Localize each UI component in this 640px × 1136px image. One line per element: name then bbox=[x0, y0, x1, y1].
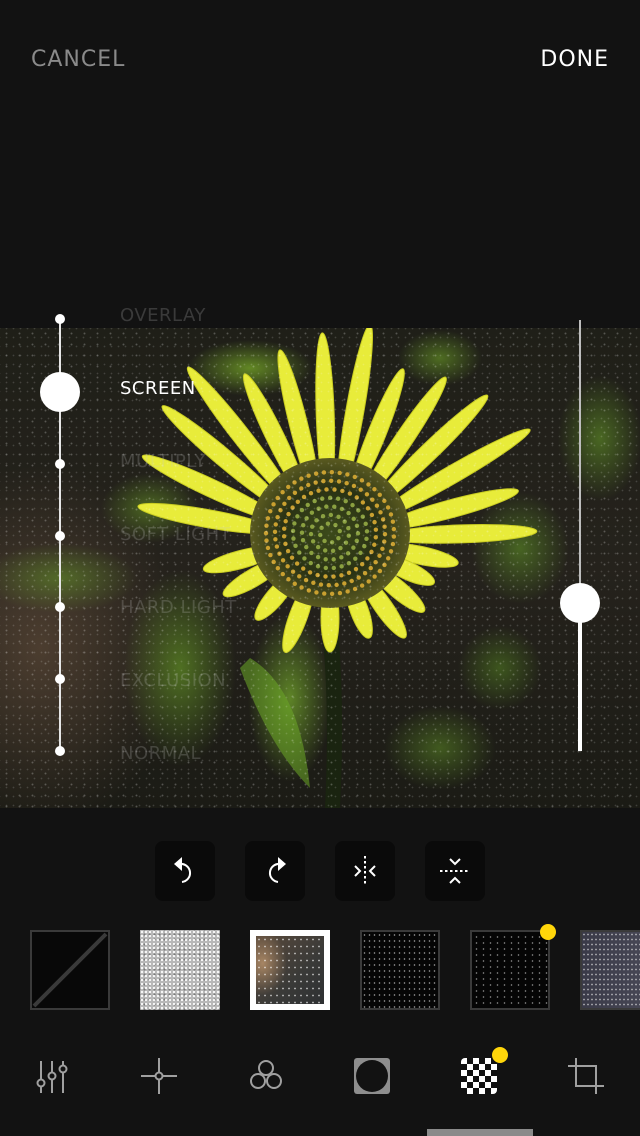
blend-mode-stop-soft-light[interactable] bbox=[55, 531, 65, 541]
flip-vertical-icon bbox=[440, 858, 470, 884]
top-bar: CANCEL DONE bbox=[0, 0, 640, 120]
texture-thumb-none[interactable] bbox=[30, 930, 110, 1010]
opacity-slider-fill[interactable] bbox=[578, 603, 582, 751]
texture-thumb-light-noise[interactable] bbox=[140, 930, 220, 1010]
blend-mode-exclusion[interactable]: EXCLUSION bbox=[120, 670, 226, 691]
checkerboard-icon bbox=[461, 1058, 497, 1094]
rotate-right-icon bbox=[269, 857, 286, 883]
blend-mode-overlay[interactable]: OVERLAY bbox=[120, 305, 206, 326]
photo-preview[interactable] bbox=[0, 328, 640, 808]
blend-mode-multiply[interactable]: MULTIPLY bbox=[120, 451, 206, 472]
tab-crop[interactable] bbox=[556, 1050, 616, 1102]
opacity-slider-track[interactable] bbox=[579, 320, 581, 603]
sliders-icon bbox=[36, 1061, 68, 1093]
blend-mode-screen[interactable]: SCREEN bbox=[120, 378, 196, 399]
tab-texture[interactable] bbox=[449, 1047, 509, 1102]
done-button[interactable]: DONE bbox=[540, 47, 609, 72]
new-badge bbox=[540, 924, 556, 940]
tab-color-mix[interactable] bbox=[236, 1050, 296, 1102]
no-texture-icon bbox=[32, 932, 108, 1008]
rotate-left-icon bbox=[174, 857, 191, 883]
blend-mode-stop-normal[interactable] bbox=[55, 746, 65, 756]
blend-mode-hard-light[interactable]: HARD LIGHT bbox=[120, 597, 237, 618]
texture-thumb-warm-dust[interactable] bbox=[250, 930, 330, 1010]
tab-focus[interactable] bbox=[129, 1050, 189, 1102]
vignette-icon bbox=[354, 1058, 390, 1094]
active-tab-indicator bbox=[427, 1129, 533, 1136]
circles-icon bbox=[250, 1060, 282, 1089]
flip-horizontal-button[interactable] bbox=[335, 841, 395, 901]
tab-vignette[interactable] bbox=[342, 1050, 402, 1102]
tab-adjust[interactable] bbox=[22, 1050, 82, 1102]
texture-thumb-fine-dust[interactable] bbox=[360, 930, 440, 1010]
crop-icon bbox=[568, 1058, 604, 1094]
opacity-slider-thumb[interactable] bbox=[560, 583, 600, 623]
texture-thumb-scratch-dust[interactable] bbox=[470, 924, 556, 1010]
grain-overlay bbox=[0, 328, 640, 808]
texture-thumb-grey-grain[interactable] bbox=[580, 930, 640, 1010]
blend-mode-stop-hard-light[interactable] bbox=[55, 602, 65, 612]
cancel-button[interactable]: CANCEL bbox=[31, 47, 125, 72]
blend-mode-stop-exclusion[interactable] bbox=[55, 674, 65, 684]
rotate-left-button[interactable] bbox=[155, 841, 215, 901]
flip-horizontal-icon bbox=[354, 856, 376, 886]
blend-mode-normal[interactable]: NORMAL bbox=[120, 743, 201, 764]
flip-vertical-button[interactable] bbox=[425, 841, 485, 901]
blend-mode-soft-light[interactable]: SOFT LIGHT bbox=[120, 524, 231, 545]
new-badge bbox=[492, 1047, 508, 1063]
crosshair-icon bbox=[141, 1058, 177, 1094]
blend-mode-stop-multiply[interactable] bbox=[55, 459, 65, 469]
rotate-right-button[interactable] bbox=[245, 841, 305, 901]
blend-mode-slider-thumb[interactable] bbox=[40, 372, 80, 412]
blend-mode-stop-overlay[interactable] bbox=[55, 314, 65, 324]
